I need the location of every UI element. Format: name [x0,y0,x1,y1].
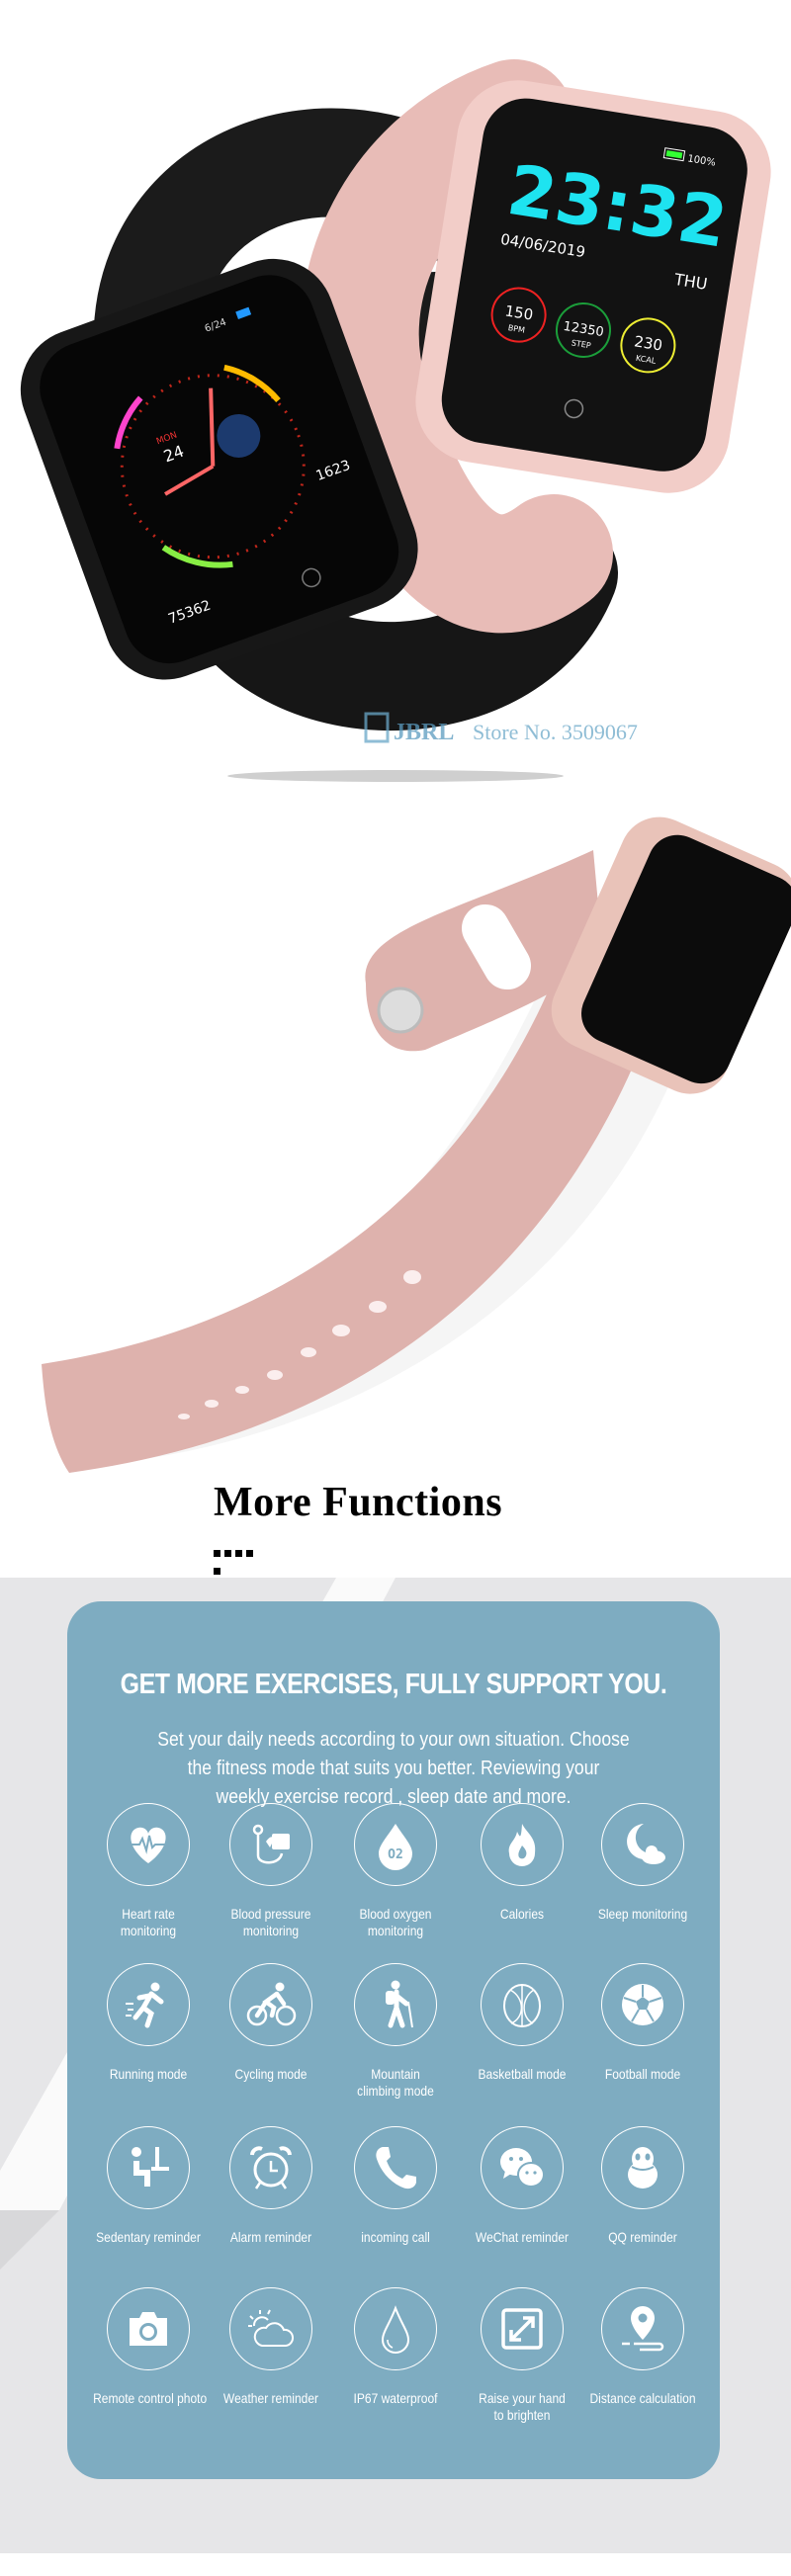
feature-phone: incoming call [331,2126,460,2246]
feature-circle [481,2287,564,2370]
feature-heart-rate: Heart rate monitoring [84,1803,213,1939]
feature-label: Heart rate monitoring [120,1906,177,1938]
feature-circle [354,2287,437,2370]
product-photo-two-watches: 23:32 04/06/2019 100% THU 150 BPM 12350 … [20,59,771,782]
feature-label: Blood pressure monitoring [230,1906,311,1938]
feature-water-drop: IP67 waterproof [331,2287,460,2407]
feature-label: Running mode [109,2066,188,2082]
feature-label: Blood oxygen monitoring [359,1906,432,1938]
feature-circle [229,1963,312,2046]
feature-circle [229,2126,312,2209]
camera-icon [130,2312,167,2346]
feature-label: Calories [499,1906,545,1922]
blood-oxygen-icon: O2 [379,1824,412,1870]
watermark-store: Store No. 3509067 [473,720,638,744]
feature-circle [229,2287,312,2370]
qq-penguin-icon [628,2147,658,2189]
feature-circle [601,2126,684,2209]
feature-label: Distance calculation [589,2390,696,2406]
flame-icon [508,1824,536,1866]
feature-circle [601,1803,684,1886]
feature-runner: Running mode [84,1963,213,2083]
basketball-icon [503,1984,541,2027]
feature-cyclist: Cycling mode [207,1963,335,2083]
feature-weather: Weather reminder [207,2287,335,2407]
blood-pressure-icon [252,1824,290,1864]
feature-camera: Remote control photo [84,2287,213,2407]
feature-sedentary: Sedentary reminder [84,2126,213,2246]
feature-circle [601,2287,684,2370]
svg-text:O2: O2 [388,1847,403,1862]
feature-location-pin: Distance calculation [578,2287,707,2407]
feature-label: Alarm reminder [229,2229,312,2245]
feature-circle: O2 [354,1803,437,1886]
feature-circle [354,1963,437,2046]
feature-label: QQ reminder [608,2229,677,2245]
feature-circle [107,1963,190,2046]
product-photo-band [42,816,791,1473]
feature-circle [481,1803,564,1886]
subtitle-line: the fitness mode that suits you better. … [187,1758,600,1779]
feature-label: Sleep monitoring [597,1906,688,1922]
feature-label: incoming call [361,2229,430,2245]
expand-icon [501,2308,543,2350]
feature-label: Basketball mode [478,2066,567,2082]
feature-label: Cycling mode [234,2066,308,2082]
feature-circle [107,2287,190,2370]
feature-expand: Raise your hand to brighten [458,2287,586,2424]
feature-qq-penguin: QQ reminder [578,2126,707,2246]
feature-label: Football mode [604,2066,681,2082]
wechat-icon [500,2148,545,2188]
feature-circle [354,2126,437,2209]
cyclist-icon [246,1982,297,2026]
feature-label: Remote control photo [93,2390,208,2406]
location-pin-icon [622,2306,664,2352]
water-drop-icon [381,2305,410,2354]
feature-circle [229,1803,312,1886]
card-title: GET MORE EXERCISES, FULLY SUPPORT YOU. [120,1669,667,1700]
weather-icon [248,2309,295,2347]
title-dots [214,1544,267,1575]
feature-label: WeChat reminder [475,2229,570,2245]
feature-circle [107,1803,190,1886]
feature-label: IP67 waterproof [353,2390,438,2406]
feature-flame: Calories [458,1803,586,1923]
feature-wechat: WeChat reminder [458,2126,586,2246]
feature-hiker: Mountain climbing mode [331,1963,460,2100]
feature-label: Weather reminder [222,2390,319,2406]
section-title: More Functions [214,1480,503,1525]
sedentary-icon [132,2147,169,2187]
runner-icon [126,1982,164,2028]
feature-circle [601,1963,684,2046]
football-icon [622,1984,663,2025]
feature-blood-pressure: Blood pressure monitoring [207,1803,335,1939]
watermark-brand: JBRL [394,720,454,745]
features-card: GET MORE EXERCISES, FULLY SUPPORT YOU. S… [67,1601,720,2479]
feature-circle [107,2126,190,2209]
subtitle-line: Set your daily needs according to your o… [157,1729,630,1751]
pink-watch: 23:32 04/06/2019 100% THU 150 BPM 12350 … [415,80,771,493]
alarm-clock-icon [250,2146,292,2190]
phone-icon [376,2147,416,2190]
shadow [227,770,564,782]
heart-rate-icon [131,1827,166,1863]
feature-blood-oxygen: O2 Blood oxygen monitoring [331,1803,460,1939]
feature-alarm-clock: Alarm reminder [207,2126,335,2246]
feature-football: Football mode [578,1963,707,2083]
feature-circle [481,2126,564,2209]
feature-circle [481,1963,564,2046]
feature-label: Mountain climbing mode [357,2066,434,2099]
card-subtitle: Set your daily needs according to your o… [141,1726,646,1812]
feature-label: Raise your hand to brighten [479,2390,566,2423]
band-pin [377,987,424,1034]
moon-cloud-icon [627,1824,665,1864]
feature-basketball: Basketball mode [458,1963,586,2083]
feature-label: Sedentary reminder [96,2229,201,2245]
feature-moon-cloud: Sleep monitoring [578,1803,707,1923]
hiker-icon [386,1980,413,2028]
